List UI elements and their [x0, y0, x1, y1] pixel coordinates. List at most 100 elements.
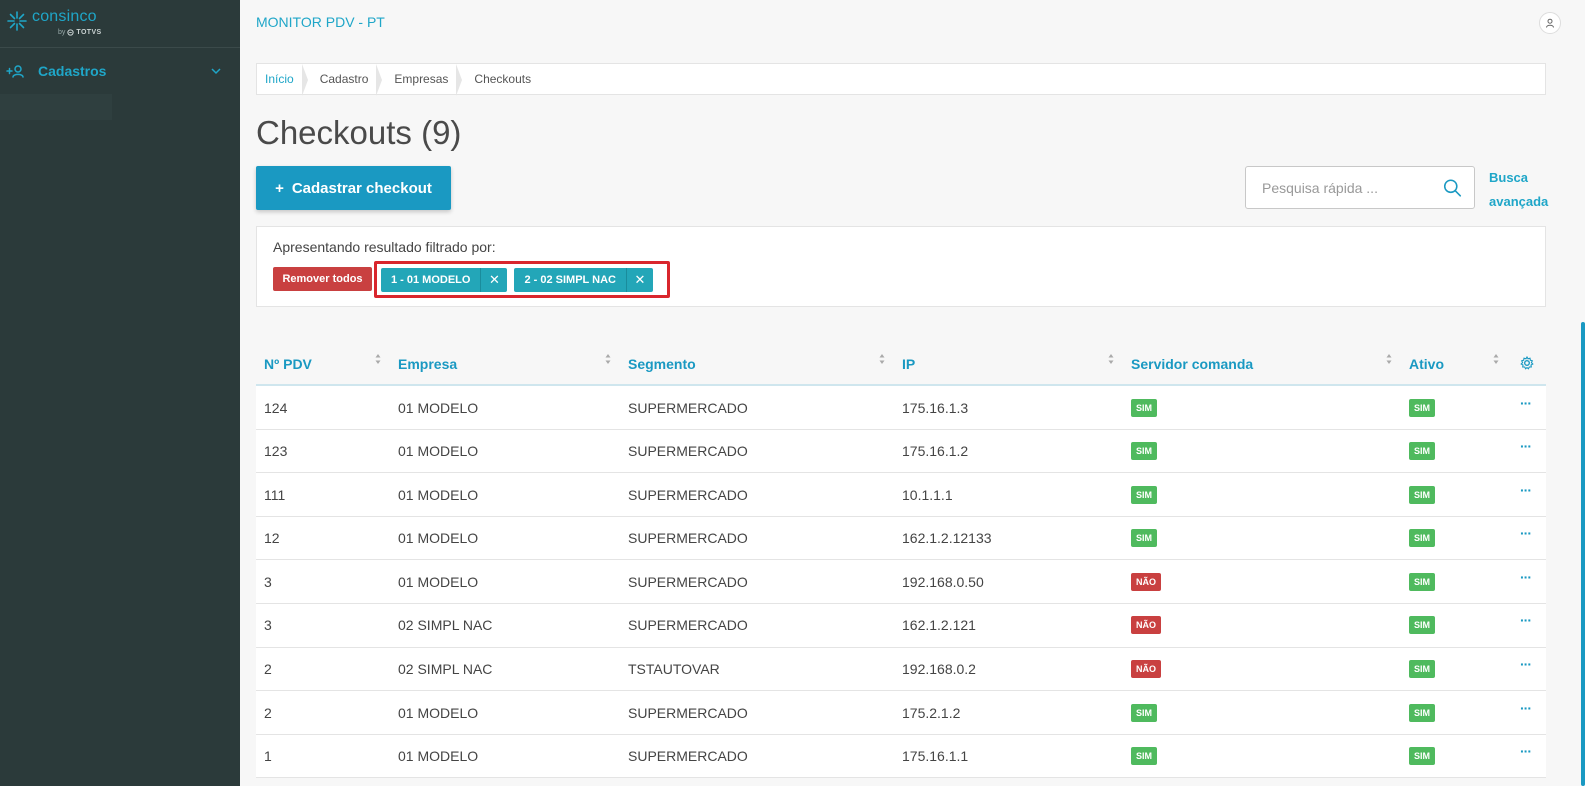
more-options-icon[interactable]: ···: [1520, 743, 1532, 759]
status-badge: SIM: [1409, 572, 1436, 591]
sort-icon[interactable]: [1386, 353, 1392, 365]
status-badge: SIM: [1131, 398, 1158, 417]
column-header-label: Empresa: [398, 355, 458, 372]
sort-icon[interactable]: [605, 353, 611, 365]
close-icon[interactable]: ✕: [480, 267, 507, 292]
cell-pdv: 3: [264, 560, 272, 603]
cell-ip-value: 192.168.0.50: [902, 573, 984, 590]
more-options-icon[interactable]: ···: [1520, 482, 1532, 498]
main-content: MONITOR PDV - PT Início Cadastro Empresa…: [240, 0, 1585, 786]
cell-segmento: SUPERMERCADO: [628, 560, 748, 603]
cell-empresa-value: 01 MODELO: [398, 443, 479, 460]
gear-icon[interactable]: [1520, 356, 1534, 370]
row-actions[interactable]: ···: [1520, 686, 1532, 729]
cell-ip-value: 175.16.1.3: [902, 399, 969, 416]
advanced-search-link[interactable]: Busca avançada: [1489, 166, 1559, 214]
status-badge: SIM: [1409, 747, 1436, 766]
cell-servidor: SIM: [1131, 735, 1158, 778]
table-row[interactable]: 12 01 MODELO SUPERMERCADO 162.1.2.12133 SIM S…: [256, 516, 1546, 561]
cell-empresa-value: 01 MODELO: [398, 530, 479, 547]
more-options-icon[interactable]: ···: [1520, 395, 1532, 411]
more-options-icon[interactable]: ···: [1520, 700, 1532, 716]
search-input[interactable]: [1262, 179, 1443, 196]
cell-pdv-value: 111: [264, 486, 286, 503]
status-badge: SIM: [1409, 442, 1436, 461]
cell-segmento-value: SUPERMERCADO: [628, 443, 748, 460]
cell-empresa: 01 MODELO: [398, 517, 478, 560]
cell-pdv-value: 124: [264, 399, 288, 416]
more-options-icon[interactable]: ···: [1520, 569, 1532, 585]
cell-pdv-value: 3: [264, 573, 272, 590]
cell-ip-value: 175.16.1.1: [902, 748, 969, 765]
consinco-logo-icon: [7, 11, 27, 31]
cell-ativo: SIM: [1409, 691, 1436, 734]
table-row[interactable]: 2 02 SIMPL NAC TSTAUTOVAR 192.168.0.2 NÃO SIM…: [256, 647, 1546, 692]
cell-ip-value: 10.1.1.1: [902, 486, 953, 503]
column-header-pdv[interactable]: Nº PDV: [264, 341, 312, 386]
row-actions[interactable]: ···: [1520, 730, 1532, 773]
cell-empresa-value: 01 MODELO: [398, 573, 479, 590]
cell-ativo: SIM: [1409, 648, 1436, 691]
column-header-ip[interactable]: IP: [902, 341, 915, 386]
column-header-empresa[interactable]: Empresa: [398, 341, 457, 386]
breadcrumb-item-empresas[interactable]: Empresas: [386, 64, 466, 96]
more-options-icon[interactable]: ···: [1520, 656, 1532, 672]
add-checkout-button[interactable]: + Cadastrar checkout: [256, 166, 451, 210]
row-actions[interactable]: ···: [1520, 512, 1532, 555]
row-actions[interactable]: ···: [1520, 599, 1532, 642]
column-header-servidor[interactable]: Servidor comanda: [1131, 341, 1253, 386]
table-row[interactable]: 1 01 MODELO SUPERMERCADO 175.16.1.1 SIM SIM ··…: [256, 734, 1546, 779]
status-badge: NÃO: [1131, 572, 1161, 591]
table-row[interactable]: 124 01 MODELO SUPERMERCADO 175.16.1.3 SIM SIM…: [256, 386, 1546, 430]
sort-icon[interactable]: [1493, 353, 1499, 365]
user-menu-button[interactable]: [1539, 12, 1561, 34]
cell-empresa-value: 01 MODELO: [398, 399, 479, 416]
cell-servidor: NÃO: [1131, 560, 1161, 603]
close-icon[interactable]: ✕: [625, 267, 653, 292]
column-header-ativo[interactable]: Ativo: [1409, 341, 1444, 386]
cell-pdv: 12: [264, 517, 280, 560]
column-header-segmento[interactable]: Segmento: [628, 341, 696, 386]
more-options-icon[interactable]: ···: [1520, 612, 1532, 628]
table-row[interactable]: 111 01 MODELO SUPERMERCADO 10.1.1.1 SIM SIM ··…: [256, 473, 1546, 517]
cell-servidor: SIM: [1131, 430, 1158, 473]
status-badge: SIM: [1409, 529, 1436, 548]
sort-icon[interactable]: [879, 353, 885, 365]
logo[interactable]: consinco by TOTVS: [0, 0, 240, 48]
cell-ativo: SIM: [1409, 560, 1436, 603]
cell-segmento-value: SUPERMERCADO: [628, 704, 748, 721]
cell-segmento-value: SUPERMERCADO: [628, 399, 748, 416]
cell-ip: 10.1.1.1: [902, 473, 953, 516]
table-row[interactable]: 123 01 MODELO SUPERMERCADO 175.16.1.2 SIM SIM…: [256, 429, 1546, 474]
status-badge: SIM: [1409, 703, 1436, 722]
table-row[interactable]: 2 01 MODELO SUPERMERCADO 175.2.1.2 SIM SIM ···: [256, 691, 1546, 735]
cell-pdv: 2: [264, 648, 272, 691]
logo-name: consinco: [32, 8, 97, 25]
cell-ativo: SIM: [1409, 473, 1436, 516]
remove-all-filters-button[interactable]: Remover todos: [273, 267, 372, 291]
table-header: Nº PDV Empresa Segmento IP Servidor coma…: [256, 341, 1546, 386]
cell-empresa-value: 01 MODELO: [398, 704, 479, 721]
row-actions[interactable]: ···: [1520, 643, 1532, 686]
breadcrumb-item-cadastro[interactable]: Cadastro: [312, 64, 387, 96]
status-badge: SIM: [1409, 660, 1436, 679]
table-row[interactable]: 3 02 SIMPL NAC SUPERMERCADO 162.1.2.121 NÃO S…: [256, 603, 1546, 648]
row-actions[interactable]: ···: [1520, 468, 1532, 511]
more-options-icon[interactable]: ···: [1520, 525, 1532, 541]
table-row[interactable]: 3 01 MODELO SUPERMERCADO 192.168.0.50 NÃO SIM…: [256, 560, 1546, 604]
sort-icon[interactable]: [1108, 353, 1114, 365]
quick-search[interactable]: [1245, 166, 1475, 209]
row-actions[interactable]: ···: [1520, 381, 1532, 424]
cell-ip: 192.168.0.50: [902, 560, 984, 603]
sort-icon[interactable]: [375, 353, 381, 365]
more-options-icon[interactable]: ···: [1520, 438, 1532, 454]
scrollbar[interactable]: [1581, 322, 1585, 786]
row-actions[interactable]: ···: [1520, 425, 1532, 468]
logo-by-text: by: [58, 29, 66, 36]
search-icon[interactable]: [1443, 177, 1462, 199]
cell-segmento-value: SUPERMERCADO: [628, 530, 748, 547]
cell-ip: 192.168.0.2: [902, 648, 976, 691]
row-actions[interactable]: ···: [1520, 555, 1532, 598]
breadcrumb-item-inicio[interactable]: Início: [257, 64, 312, 96]
sidebar-item-cadastros[interactable]: Cadastros: [0, 48, 240, 94]
